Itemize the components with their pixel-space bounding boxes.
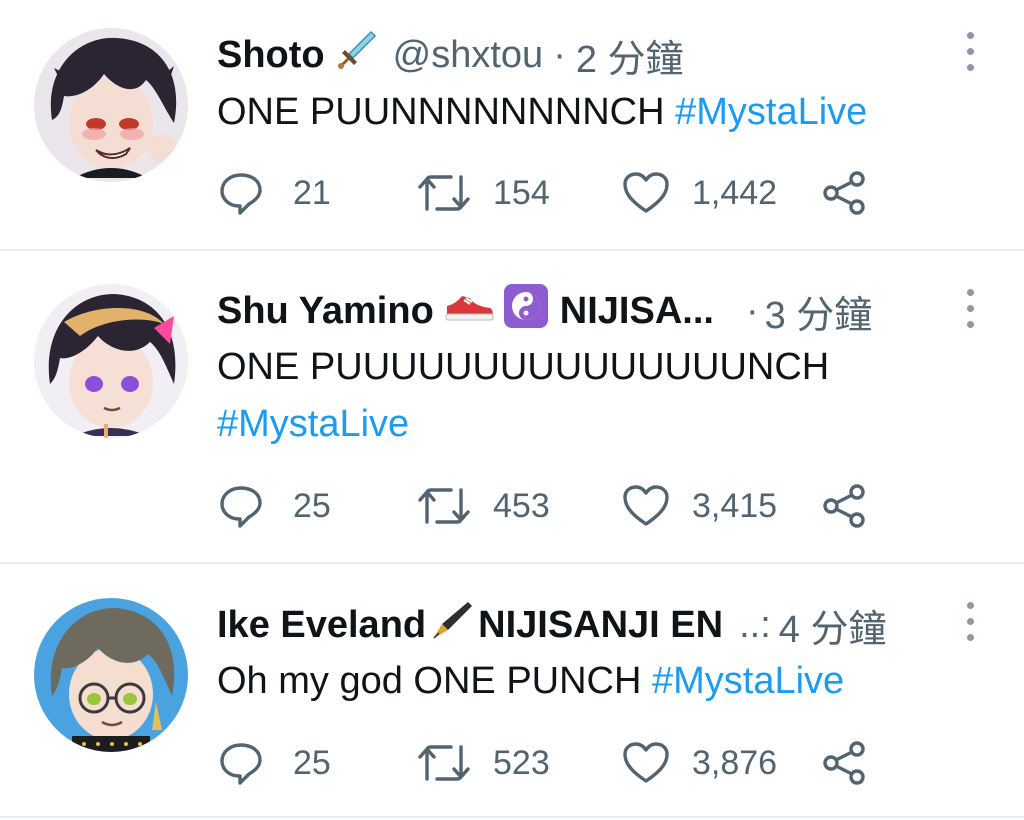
author-handle[interactable]: @shxtou (393, 34, 544, 77)
like-count: 3,415 (692, 486, 778, 525)
tweet-timestamp[interactable]: 2 分鐘 (576, 28, 684, 83)
dagger-icon (335, 28, 379, 82)
hashtag-link[interactable]: #MystaLive (675, 91, 867, 133)
author-name[interactable]: Shu Yamino (217, 290, 434, 333)
retweet-button[interactable]: 523 (417, 738, 550, 788)
tweet-header: Shu Yamino NIJISA... · 3 分鐘 (217, 284, 873, 339)
more-options-icon[interactable] (964, 289, 976, 329)
avatar[interactable] (34, 284, 188, 438)
author-name-suffix[interactable]: NIJISA... (560, 290, 714, 333)
author-name[interactable]: Ike Eveland (217, 604, 426, 647)
tweet-card[interactable]: Shoto @shxtou · 2 分鐘 ONE PUUNNNNNNNNCH #… (0, 0, 1024, 250)
tweet-text: Oh my god ONE PUNCH #MystaLive (217, 653, 844, 710)
tweet-actions: 25 523 3,876 (217, 738, 897, 788)
tweet-timestamp[interactable]: 4 分鐘 (779, 598, 887, 653)
retweet-icon (418, 745, 470, 781)
reply-icon (220, 486, 262, 528)
reply-count: 21 (293, 173, 331, 212)
hashtag-link[interactable]: #MystaLive (217, 396, 829, 453)
tweet-header: Ike Eveland NIJISANJI EN ..: 4 分鐘 (217, 598, 887, 653)
like-count: 1,442 (692, 173, 778, 212)
retweet-button[interactable]: 453 (417, 481, 550, 531)
share-icon (823, 741, 865, 785)
fountain-pen-icon (430, 598, 474, 652)
tweet-text-content: Oh my god ONE PUNCH (217, 660, 652, 702)
retweet-button[interactable]: 154 (417, 168, 550, 218)
share-icon (823, 484, 865, 528)
reply-icon (220, 743, 262, 785)
retweet-count: 453 (493, 486, 550, 525)
retweet-count: 523 (493, 743, 550, 782)
tweet-text-content: ONE PUUNNNNNNNNCH (217, 91, 676, 133)
tweet-actions: 25 453 3,415 (217, 481, 897, 531)
heart-icon (623, 742, 669, 783)
more-options-icon[interactable] (964, 32, 976, 72)
tweet-text-content: ONE PUUUUUUUUUUUUUUUNCH (217, 346, 830, 388)
tweet-card[interactable]: Ike Eveland NIJISANJI EN ..: 4 分鐘 Oh my … (0, 564, 1024, 820)
share-button[interactable] (822, 481, 868, 531)
retweet-icon (418, 488, 470, 524)
reply-icon (220, 173, 262, 215)
reply-count: 25 (293, 743, 331, 782)
author-name-suffix[interactable]: NIJISANJI EN (478, 604, 723, 647)
tweet-card[interactable]: Shu Yamino NIJISA... · 3 分鐘 ONE PUUUUUUU… (0, 251, 1024, 563)
avatar[interactable] (34, 28, 188, 182)
share-button[interactable] (822, 738, 868, 788)
reply-count: 25 (293, 486, 331, 525)
more-options-icon[interactable] (964, 602, 976, 642)
retweet-icon (418, 175, 470, 211)
tweet-actions: 21 154 1,442 (217, 168, 897, 218)
tweet-header: Shoto @shxtou · 2 分鐘 (217, 28, 684, 83)
share-button[interactable] (822, 168, 868, 218)
like-button[interactable]: 3,876 (622, 738, 777, 788)
reply-button[interactable]: 21 (217, 168, 331, 218)
like-button[interactable]: 1,442 (622, 168, 777, 218)
tweet-text: ONE PUUUUUUUUUUUUUUUNCH #MystaLive (217, 339, 829, 453)
yin-yang-icon (503, 284, 548, 338)
separator-dot: · (553, 33, 566, 76)
sneaker-icon (444, 286, 494, 336)
reply-button[interactable]: 25 (217, 738, 331, 788)
hashtag-link[interactable]: #MystaLive (652, 660, 844, 702)
heart-icon (623, 485, 669, 526)
reply-button[interactable]: 25 (217, 481, 331, 531)
retweet-count: 154 (493, 173, 550, 212)
share-icon (823, 171, 865, 215)
heart-icon (623, 172, 669, 213)
truncation-ellipsis: ..: (739, 603, 771, 646)
tweet-divider (0, 816, 1024, 818)
tweet-timestamp[interactable]: 3 分鐘 (765, 284, 873, 339)
like-button[interactable]: 3,415 (622, 481, 777, 531)
author-name[interactable]: Shoto (217, 34, 325, 77)
like-count: 3,876 (692, 743, 778, 782)
tweet-feed: Shoto @shxtou · 2 分鐘 ONE PUUNNNNNNNNCH #… (0, 0, 1024, 820)
separator-dot: · (745, 289, 759, 332)
avatar[interactable] (34, 598, 188, 752)
tweet-text: ONE PUUNNNNNNNNCH #MystaLive (217, 84, 867, 141)
